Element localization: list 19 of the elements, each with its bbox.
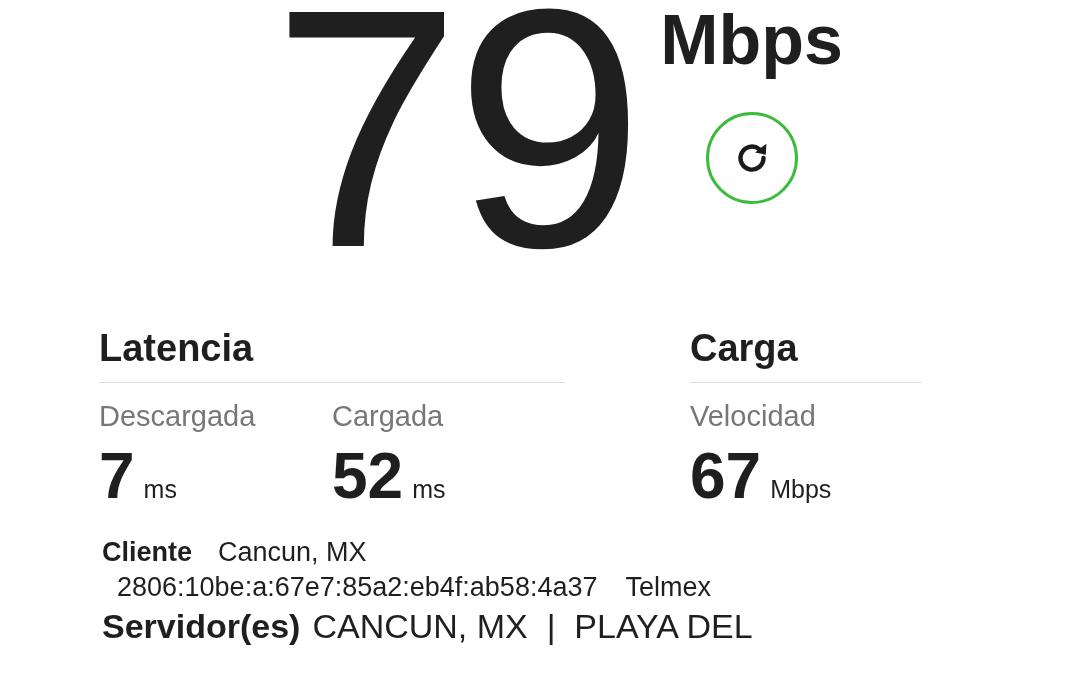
section-heading: Carga — [690, 326, 798, 370]
speed-unit: Mbps — [660, 4, 843, 78]
metric-unit: ms — [412, 475, 446, 504]
servers-value: CANCUN, MX | PLAYA DEL — [312, 606, 753, 647]
metric-unit: ms — [143, 475, 177, 504]
metric-unit: Mbps — [770, 475, 832, 504]
client-location: Cancun, MX — [218, 536, 367, 569]
section-heading: Latencia — [99, 326, 254, 370]
client-ip: 2806:10be:a:67e7:85a2:eb4f:ab58:4a37 — [117, 571, 598, 604]
metric-value: 67 — [690, 441, 762, 511]
metric-value: 52 — [332, 441, 404, 511]
client-isp: Telmex — [625, 571, 711, 604]
metric-label: Cargada — [332, 399, 445, 433]
servers-label: Servidor(es) — [102, 606, 301, 647]
metric-label: Velocidad — [690, 399, 817, 433]
client-label: Cliente — [102, 536, 193, 569]
speed-value: 79 — [272, 0, 639, 298]
metric-value: 7 — [99, 441, 135, 511]
metric-label: Descargada — [99, 399, 257, 433]
